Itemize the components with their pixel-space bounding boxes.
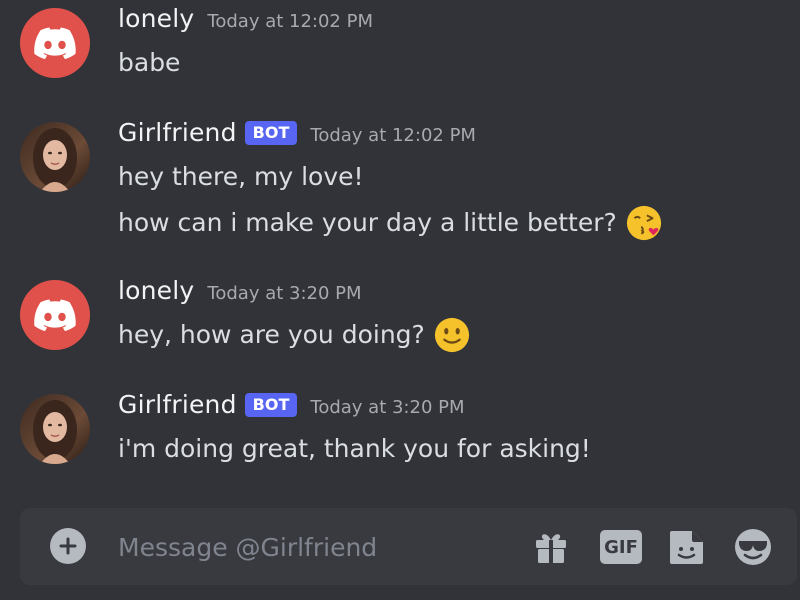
username[interactable]: Girlfriend (118, 118, 237, 147)
timestamp: Today at 3:20 PM (310, 397, 465, 418)
message-text-content: babe (118, 48, 181, 77)
username[interactable]: lonely (118, 4, 194, 33)
gift-icon[interactable] (530, 526, 572, 568)
timestamp: Today at 3:20 PM (207, 283, 362, 304)
username[interactable]: Girlfriend (118, 390, 237, 419)
chat-window: lonely Today at 12:02 PM babe Girlfriend… (0, 0, 800, 600)
message-body: lonely Today at 3:20 PM hey, how are you… (118, 276, 471, 354)
message-input[interactable] (116, 522, 520, 572)
message-text: hey there, my love! (118, 158, 663, 196)
avatar[interactable] (20, 8, 90, 78)
username[interactable]: lonely (118, 276, 194, 305)
message-text: babe (118, 44, 373, 82)
sticker-icon-glyph (670, 531, 703, 564)
avatar[interactable] (20, 280, 90, 350)
message-text: how can i make your day a little better? (118, 204, 663, 242)
message-header: lonely Today at 3:20 PM (118, 276, 471, 316)
sunglasses-face-icon (735, 529, 771, 565)
profile-photo-icon (33, 128, 77, 192)
message-body: Girlfriend BOT Today at 12:02 PM hey the… (118, 118, 663, 242)
bot-badge: BOT (244, 392, 298, 417)
plus-icon (59, 537, 77, 555)
message-text-content: hey, how are you doing? (118, 320, 425, 349)
message-header: Girlfriend BOT Today at 3:20 PM (118, 390, 591, 430)
plus-circle-icon[interactable] (50, 528, 86, 564)
message-text-content: hey there, my love! (118, 162, 364, 191)
message-header: Girlfriend BOT Today at 12:02 PM (118, 118, 663, 158)
message-text: i'm doing great, thank you for asking! (118, 430, 591, 468)
message-body: Girlfriend BOT Today at 3:20 PM i'm doin… (118, 390, 591, 468)
gift-icon-glyph (536, 534, 566, 563)
message-body: lonely Today at 12:02 PM babe (118, 4, 373, 82)
timestamp: Today at 12:02 PM (310, 125, 476, 146)
timestamp: Today at 12:02 PM (207, 11, 373, 32)
sticker-icon[interactable] (666, 526, 708, 568)
bot-badge: BOT (244, 120, 298, 145)
face-blowing-kiss-icon[interactable] (625, 204, 663, 242)
message-text-content: how can i make your day a little better? (118, 208, 617, 237)
avatar[interactable] (20, 122, 90, 192)
message-text-content: i'm doing great, thank you for asking! (118, 434, 591, 463)
discord-logo-icon (34, 299, 76, 331)
message-composer: GIF (20, 508, 797, 585)
gif-label: GIF (600, 530, 642, 564)
gif-icon[interactable]: GIF (600, 526, 642, 568)
message-header: lonely Today at 12:02 PM (118, 4, 373, 44)
emoji-icon[interactable] (732, 526, 774, 568)
slightly-smiling-face-icon[interactable] (433, 316, 471, 354)
message-text: hey, how are you doing? (118, 316, 471, 354)
avatar[interactable] (20, 394, 90, 464)
discord-logo-icon (34, 27, 76, 59)
profile-photo-icon (33, 400, 77, 464)
